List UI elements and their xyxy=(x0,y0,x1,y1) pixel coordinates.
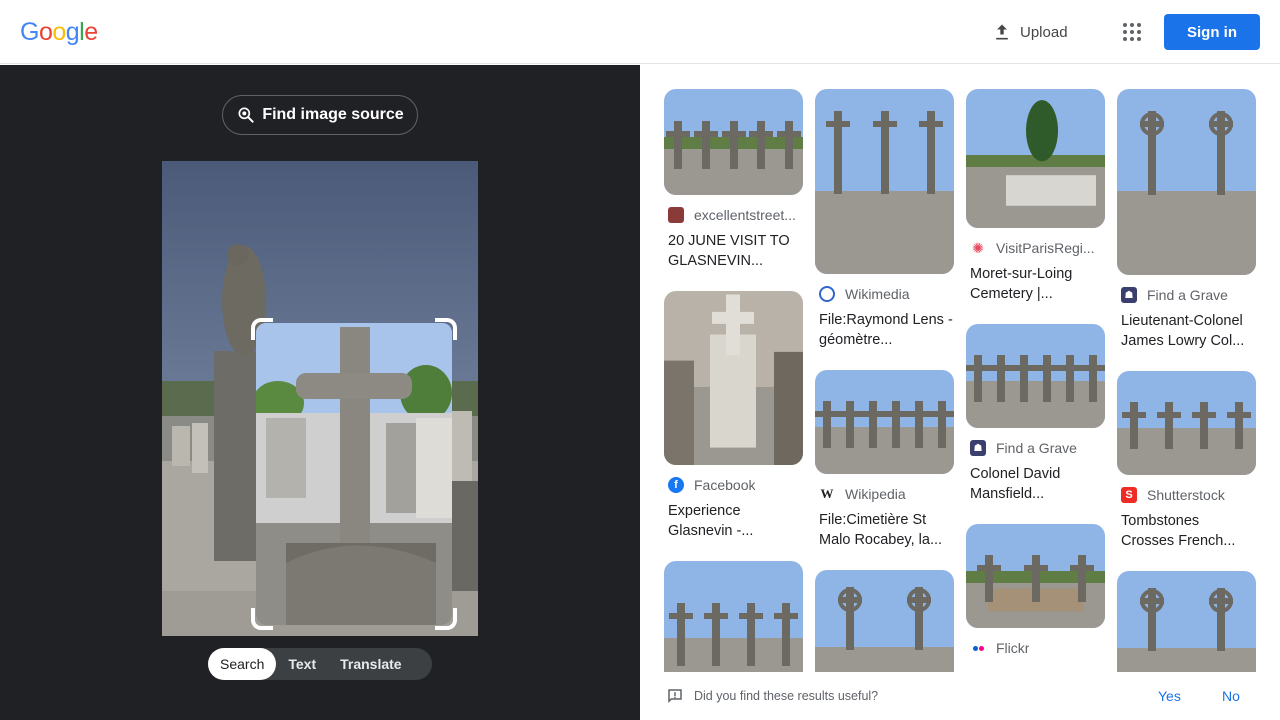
result-source-name: Facebook xyxy=(694,477,756,493)
result-title[interactable]: Colonel David Mansfield... xyxy=(966,464,1105,504)
visitparis-icon: ✺ xyxy=(970,240,986,256)
mode-switcher: Search Text Translate xyxy=(208,648,432,680)
result-thumbnail[interactable] xyxy=(664,291,803,465)
result-thumbnail[interactable] xyxy=(1117,89,1256,275)
result-source[interactable]: ☗ Find a Grave xyxy=(1117,285,1256,305)
result-source-name: Wikipedia xyxy=(845,486,906,502)
result-source[interactable]: W Wikipedia xyxy=(815,484,954,504)
result-source[interactable]: ☗ Find a Grave xyxy=(966,438,1105,458)
findagrave-icon: ☗ xyxy=(1121,287,1137,303)
wikipedia-icon: W xyxy=(819,486,835,502)
result-source[interactable]: f Facebook xyxy=(664,475,803,495)
result-source[interactable]: Flickr xyxy=(966,638,1105,658)
result-card[interactable]: excellentstreet... 20 JUNE VISIT TO GLASN… xyxy=(664,89,803,271)
result-card[interactable] xyxy=(1117,571,1256,672)
results-column: Wikimedia File:Raymond Lens - géomètre...… xyxy=(815,89,954,672)
result-title[interactable]: Tombstones Crosses French... xyxy=(1117,511,1256,551)
logo-letter: e xyxy=(84,18,98,46)
result-thumbnail[interactable] xyxy=(966,524,1105,628)
result-thumbnail[interactable] xyxy=(664,561,803,672)
result-card[interactable]: Flickr xyxy=(966,524,1105,658)
logo-letter: g xyxy=(65,18,80,46)
logo-letter: o xyxy=(52,18,66,46)
result-card[interactable]: ☗ Find a Grave Colonel David Mansfield... xyxy=(966,324,1105,504)
logo-letter: G xyxy=(20,18,39,46)
result-card[interactable]: ☗ Find a Grave Lieutenant-Colonel James Lo… xyxy=(1117,89,1256,351)
result-title[interactable]: Lieutenant-Colonel James Lowry Col... xyxy=(1117,311,1256,351)
result-card[interactable] xyxy=(664,561,803,672)
mode-tab-search[interactable]: Search xyxy=(208,648,277,680)
result-thumbnail[interactable] xyxy=(815,570,954,672)
result-source-name: excellentstreet... xyxy=(694,207,796,223)
result-source-name: VisitParisRegi... xyxy=(996,240,1095,256)
result-source[interactable]: excellentstreet... xyxy=(664,205,803,225)
result-source-name: Find a Grave xyxy=(996,440,1077,456)
result-source-name: Shutterstock xyxy=(1147,487,1225,503)
result-card[interactable] xyxy=(815,570,954,672)
result-source-name: Wikimedia xyxy=(845,286,910,302)
apps-grid-icon[interactable] xyxy=(1120,20,1144,44)
find-image-source-label: Find image source xyxy=(262,106,404,123)
upload-icon xyxy=(996,24,1008,40)
result-source[interactable]: ✺ VisitParisRegi... xyxy=(966,238,1105,258)
selection-corner-top-right[interactable] xyxy=(435,318,457,340)
result-title[interactable]: File:Cimetière St Malo Rocabey, la... xyxy=(815,510,954,550)
result-title[interactable]: 20 JUNE VISIT TO GLASNEVIN... xyxy=(664,231,803,271)
upload-button[interactable]: Upload xyxy=(992,20,1068,44)
feedback-bar: Did you find these results useful? Yes N… xyxy=(640,672,1280,720)
result-source-name: Find a Grave xyxy=(1147,287,1228,303)
result-source[interactable]: S Shutterstock xyxy=(1117,485,1256,505)
result-source-name: Flickr xyxy=(996,640,1030,656)
shutterstock-icon: S xyxy=(1121,487,1137,503)
facebook-icon: f xyxy=(668,477,684,493)
feedback-yes-button[interactable]: Yes xyxy=(1158,688,1181,704)
result-card[interactable]: ✺ VisitParisRegi... Moret-sur-Loing Cemete… xyxy=(966,89,1105,304)
find-image-source-button[interactable]: Find image source xyxy=(222,95,418,135)
results-column: ✺ VisitParisRegi... Moret-sur-Loing Cemete… xyxy=(966,89,1105,672)
result-title[interactable]: File:Raymond Lens - géomètre... xyxy=(815,310,954,350)
upload-label: Upload xyxy=(1020,23,1068,41)
result-thumbnail[interactable] xyxy=(815,370,954,474)
findagrave-icon: ☗ xyxy=(970,440,986,456)
result-source[interactable]: Wikimedia xyxy=(815,284,954,304)
selection-corner-bottom-right[interactable] xyxy=(435,608,457,630)
result-thumbnail[interactable] xyxy=(1117,571,1256,672)
result-title[interactable]: Moret-sur-Loing Cemetery |... xyxy=(966,264,1105,304)
query-image-panel: Find image source Search Text Translate xyxy=(0,65,640,720)
lens-search-icon xyxy=(238,107,254,123)
result-card[interactable]: Wikimedia File:Raymond Lens - géomètre... xyxy=(815,89,954,350)
selection-box[interactable] xyxy=(251,318,457,630)
result-card[interactable]: W Wikipedia File:Cimetière St Malo Rocabey… xyxy=(815,370,954,550)
feedback-no-button[interactable]: No xyxy=(1222,688,1240,704)
feedback-icon xyxy=(668,689,682,704)
mode-tab-translate[interactable]: Translate xyxy=(328,648,413,680)
result-title[interactable]: Experience Glasnevin -... xyxy=(664,501,803,541)
results-column: ☗ Find a Grave Lieutenant-Colonel James Lo… xyxy=(1117,89,1256,672)
logo-letter: o xyxy=(38,18,53,46)
mode-tab-text[interactable]: Text xyxy=(276,648,328,680)
results-column: excellentstreet... 20 JUNE VISIT TO GLASN… xyxy=(664,89,803,672)
feedback-question: Did you find these results useful? xyxy=(694,689,879,703)
result-card[interactable]: S Shutterstock Tombstones Crosses French..… xyxy=(1117,371,1256,551)
flickr-icon xyxy=(970,640,986,656)
result-thumbnail[interactable] xyxy=(1117,371,1256,475)
top-bar: Google Upload Sign in xyxy=(0,0,1280,64)
result-card[interactable]: f Facebook Experience Glasnevin -... xyxy=(664,291,803,541)
google-logo[interactable]: Google xyxy=(20,18,98,47)
selection-corner-bottom-left[interactable] xyxy=(251,608,273,630)
result-thumbnail[interactable] xyxy=(664,89,803,195)
wikimedia-icon xyxy=(819,286,835,302)
sign-in-button[interactable]: Sign in xyxy=(1164,14,1260,50)
result-thumbnail[interactable] xyxy=(815,89,954,274)
excellentstreet-favicon xyxy=(668,207,684,223)
visual-matches: excellentstreet... 20 JUNE VISIT TO GLASN… xyxy=(640,65,1280,672)
result-thumbnail[interactable] xyxy=(966,324,1105,428)
selection-corner-top-left[interactable] xyxy=(251,318,273,340)
result-thumbnail[interactable] xyxy=(966,89,1105,228)
